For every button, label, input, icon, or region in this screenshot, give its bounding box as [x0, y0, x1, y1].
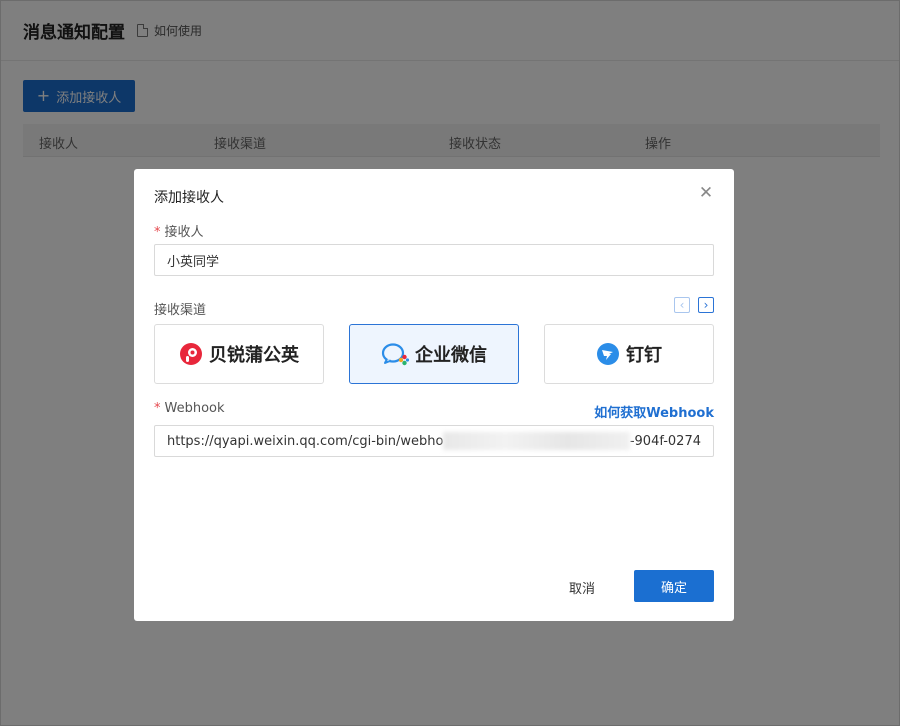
webhook-input[interactable]: https://qyapi.weixin.qq.com/cgi-bin/webh… — [154, 425, 714, 457]
channel-list: 贝锐蒲公英 企业微信 钉钉 — [154, 324, 714, 384]
channel-dingtalk[interactable]: 钉钉 — [544, 324, 714, 384]
dingtalk-logo-icon — [597, 343, 619, 365]
webhook-redacted — [443, 432, 630, 450]
channel-pgy[interactable]: 贝锐蒲公英 — [154, 324, 324, 384]
channel-pgy-label: 贝锐蒲公英 — [209, 345, 299, 366]
close-icon[interactable]: ✕ — [698, 185, 714, 202]
wecom-logo-icon — [381, 343, 409, 366]
webhook-value-end: -904f-0274 — [629, 433, 701, 449]
receiver-input[interactable]: 小英同学 — [154, 244, 714, 276]
receiver-value: 小英同学 — [167, 254, 220, 270]
webhook-value-start: https://qyapi.weixin.qq.com/cgi-bin/webh… — [167, 433, 444, 449]
cancel-button[interactable]: 取消 — [562, 570, 602, 597]
channel-wecom-label: 企业微信 — [415, 345, 487, 366]
webhook-help-link[interactable]: 如何获取Webhook — [594, 402, 714, 421]
receiver-label: * 接收人 — [154, 225, 204, 240]
channel-label: 接收渠道 — [154, 303, 207, 318]
chevron-right-icon[interactable]: › — [698, 297, 714, 313]
channel-pager: ‹ › — [674, 297, 714, 313]
dialog-title: 添加接收人 — [154, 190, 224, 206]
chevron-left-icon[interactable]: ‹ — [674, 297, 690, 313]
channel-wecom[interactable]: 企业微信 — [349, 324, 519, 384]
required-mark: * — [154, 401, 161, 416]
channel-dingtalk-label: 钉钉 — [626, 345, 662, 366]
pgy-logo-icon — [180, 343, 202, 365]
add-receiver-dialog: 添加接收人 ✕ * 接收人 小英同学 接收渠道 ‹ › 贝锐蒲公英 企业微信 钉… — [134, 169, 734, 621]
confirm-button[interactable]: 确定 — [634, 570, 714, 602]
webhook-label: * Webhook — [154, 401, 225, 416]
required-mark: * — [154, 225, 161, 240]
